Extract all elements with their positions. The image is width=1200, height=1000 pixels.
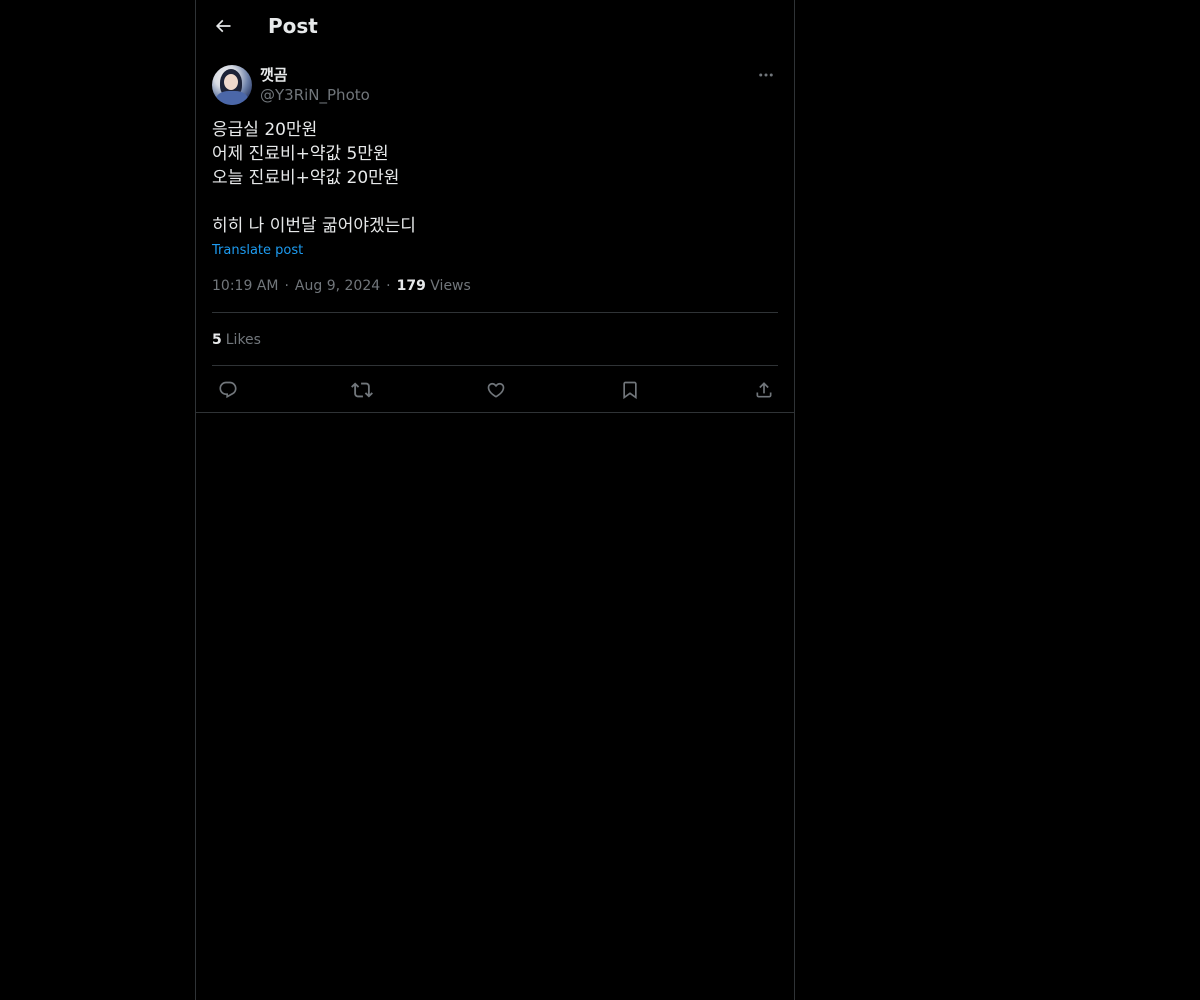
author-display-name[interactable]: 깻곰	[260, 65, 288, 85]
back-button[interactable]	[208, 11, 238, 41]
heart-icon	[486, 380, 506, 400]
reply-button[interactable]	[215, 377, 241, 403]
like-button[interactable]	[483, 377, 509, 403]
translate-post-link[interactable]: Translate post	[212, 242, 303, 260]
action-bar	[196, 366, 794, 412]
likes-label: Likes	[225, 332, 261, 348]
likes-count: 5	[212, 332, 222, 348]
avatar[interactable]	[212, 65, 252, 105]
more-horizontal-icon	[757, 66, 775, 84]
likes-stat[interactable]: 5 Likes	[212, 330, 261, 350]
post-meta: 10:19 AM · Aug 9, 2024 · 179 Views	[212, 276, 471, 296]
share-icon	[754, 380, 774, 400]
arrow-left-icon	[213, 16, 233, 36]
repost-icon	[351, 379, 373, 401]
post-time[interactable]: 10:19 AM	[212, 278, 278, 294]
repost-button[interactable]	[349, 377, 375, 403]
page-title: Post	[268, 14, 318, 38]
post-text: 응급실 20만원 어제 진료비+약값 5만원 오늘 진료비+약값 20만원 히히…	[212, 120, 416, 236]
meta-separator: ·	[284, 278, 289, 294]
bookmark-icon	[620, 380, 640, 400]
reply-icon	[218, 380, 238, 400]
views-count: 179	[396, 278, 426, 294]
share-button[interactable]	[751, 377, 777, 403]
divider	[212, 312, 778, 313]
divider	[196, 412, 794, 413]
views-label: Views	[430, 278, 471, 294]
post-column: Post 깻곰 @Y3RiN_Photo 응급실 20만원 어제 진료비+약값 …	[195, 0, 795, 1000]
author-handle[interactable]: @Y3RiN_Photo	[260, 85, 370, 105]
more-button[interactable]	[754, 64, 778, 86]
bookmark-button[interactable]	[617, 377, 643, 403]
post-header: Post	[196, 0, 794, 53]
meta-separator: ·	[386, 278, 391, 294]
post-date[interactable]: Aug 9, 2024	[295, 278, 380, 294]
post-author: 깻곰 @Y3RiN_Photo	[212, 64, 778, 108]
